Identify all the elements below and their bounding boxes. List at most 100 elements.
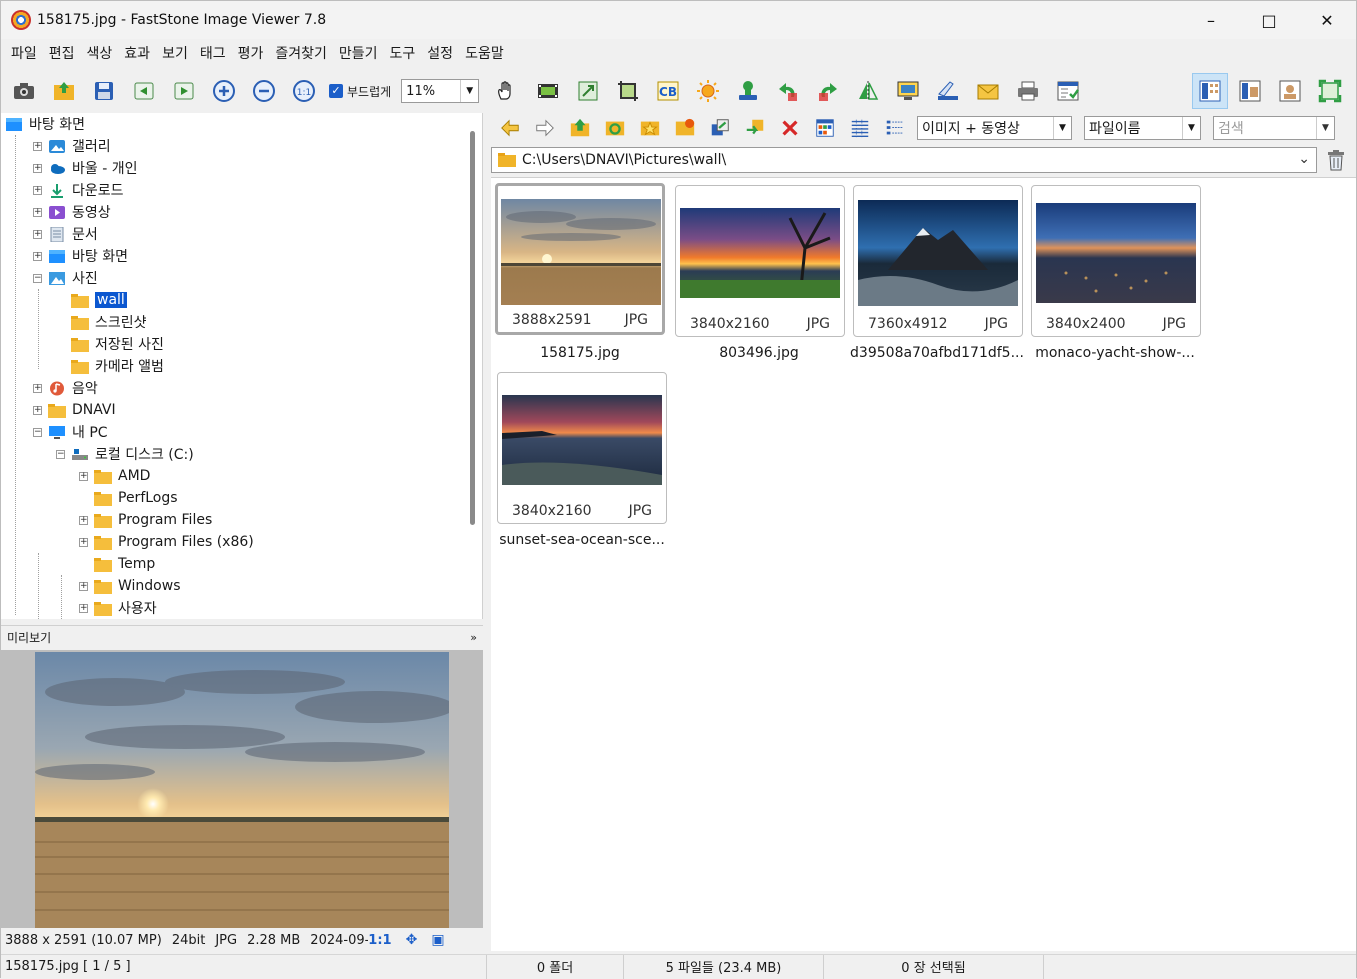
actual-size-icon[interactable]: 1:1 <box>289 76 319 106</box>
search-input[interactable]: 검색 ▼ <box>1213 116 1335 140</box>
tree-item[interactable]: 스크린샷 <box>71 311 147 333</box>
print-icon[interactable] <box>1013 76 1043 106</box>
tree-item[interactable]: 다운로드 <box>48 179 124 201</box>
move-to-icon[interactable] <box>742 115 768 141</box>
smooth-checkbox[interactable]: ✓ 부드럽게 <box>329 83 391 100</box>
expand-icon[interactable]: + <box>79 516 88 525</box>
expand-icon[interactable]: + <box>33 252 42 261</box>
tree-item[interactable]: wall <box>71 289 127 311</box>
folder-up-icon[interactable] <box>567 115 593 141</box>
tree-item[interactable]: Temp <box>94 553 155 575</box>
expand-icon[interactable]: + <box>33 384 42 393</box>
zoom-select[interactable]: 11% ▼ <box>401 79 480 103</box>
menu-tags[interactable]: 태그 <box>194 41 232 67</box>
batch-convert-icon[interactable] <box>1053 76 1083 106</box>
tree-item[interactable]: 바탕 화면 <box>48 245 128 267</box>
email-icon[interactable] <box>973 76 1003 106</box>
hand-tool-icon[interactable] <box>489 76 523 106</box>
crop-icon[interactable] <box>613 76 643 106</box>
collapse-icon[interactable]: − <box>56 450 65 459</box>
refresh-icon[interactable] <box>602 115 628 141</box>
resize-icon[interactable] <box>573 76 603 106</box>
collapse-icon[interactable]: − <box>33 428 42 437</box>
scanner-icon[interactable] <box>933 76 963 106</box>
save-icon[interactable] <box>89 76 119 106</box>
rotate-right-icon[interactable] <box>813 76 843 106</box>
expand-icon[interactable]: + <box>79 604 88 613</box>
next-icon[interactable] <box>169 76 199 106</box>
wallpaper-icon[interactable] <box>893 76 923 106</box>
collapse-icon[interactable]: » <box>470 631 477 644</box>
thumbnail-item[interactable]: 3840x2160 JPG <box>497 372 667 524</box>
menu-create[interactable]: 만들기 <box>333 41 384 67</box>
fit-icon[interactable]: ✥ <box>406 932 418 948</box>
close-button[interactable]: ✕ <box>1298 1 1356 39</box>
tree-item[interactable]: 카메라 앨범 <box>71 355 164 377</box>
zoom-out-icon[interactable] <box>249 76 279 106</box>
flip-icon[interactable] <box>853 76 883 106</box>
forward-icon[interactable] <box>532 115 558 141</box>
new-folder-icon[interactable] <box>672 115 698 141</box>
menu-favorites[interactable]: 즐겨찾기 <box>269 41 333 67</box>
tree-item[interactable]: Program Files (x86) <box>94 531 254 553</box>
tree-item[interactable]: 갤러리 <box>48 135 111 157</box>
menu-help[interactable]: 도움말 <box>459 41 510 67</box>
thumbnail-item[interactable]: 3888x2591 JPG <box>495 183 665 335</box>
copy-to-icon[interactable] <box>707 115 733 141</box>
stamp-icon[interactable] <box>733 76 763 106</box>
tree-item[interactable]: 내 PC <box>48 421 108 443</box>
menu-rating[interactable]: 평가 <box>232 41 270 67</box>
fit-window-icon[interactable]: ▣ <box>431 932 444 948</box>
ratio-label[interactable]: 1:1 <box>368 933 391 948</box>
maximize-button[interactable]: □ <box>1240 1 1298 39</box>
chevron-down-icon[interactable]: ⌄ <box>1298 151 1310 167</box>
view-list-icon[interactable] <box>847 115 873 141</box>
layout-preview-icon[interactable] <box>1272 73 1308 109</box>
camera-icon[interactable] <box>9 76 39 106</box>
zoom-in-icon[interactable] <box>209 76 239 106</box>
menu-tools[interactable]: 도구 <box>384 41 422 67</box>
expand-icon[interactable]: + <box>79 582 88 591</box>
tree-item[interactable]: Program Files <box>94 509 212 531</box>
tree-item[interactable]: 사진 <box>48 267 98 289</box>
prev-icon[interactable] <box>129 76 159 106</box>
layout-browser-icon[interactable] <box>1192 73 1228 109</box>
favorites-icon[interactable] <box>637 115 663 141</box>
filter-select[interactable]: 이미지 + 동영상 ▼ <box>917 116 1072 140</box>
menu-settings[interactable]: 설정 <box>421 41 459 67</box>
tree-item[interactable]: AMD <box>94 465 150 487</box>
tree-item[interactable]: 바탕 화면 <box>5 113 85 135</box>
tree-item[interactable]: Windows <box>94 575 181 597</box>
tree-item[interactable]: 사용자 <box>94 597 157 619</box>
view-thumbnails-icon[interactable] <box>812 115 838 141</box>
menu-edit[interactable]: 편집 <box>43 41 81 67</box>
tree-item[interactable]: PerfLogs <box>94 487 178 509</box>
slideshow-icon[interactable] <box>533 76 563 106</box>
open-folder-icon[interactable] <box>49 76 79 106</box>
expand-icon[interactable]: + <box>79 472 88 481</box>
tree-scrollbar[interactable] <box>470 131 475 525</box>
minimize-button[interactable]: – <box>1182 1 1240 39</box>
view-details-icon[interactable] <box>882 115 908 141</box>
menu-view[interactable]: 보기 <box>156 41 194 67</box>
rotate-left-icon[interactable] <box>773 76 803 106</box>
expand-icon[interactable]: + <box>33 230 42 239</box>
brightness-icon[interactable] <box>693 76 723 106</box>
menu-color[interactable]: 색상 <box>81 41 119 67</box>
layout-folders-icon[interactable] <box>1232 73 1268 109</box>
collapse-icon[interactable]: − <box>33 274 42 283</box>
menu-effects[interactable]: 효과 <box>118 41 156 67</box>
tree-item[interactable]: 바울 - 개인 <box>48 157 137 179</box>
back-icon[interactable] <box>497 115 523 141</box>
tree-item[interactable]: 동영상 <box>48 201 111 223</box>
recycle-bin-icon[interactable] <box>1323 147 1349 173</box>
delete-icon[interactable] <box>777 115 803 141</box>
expand-icon[interactable]: + <box>33 208 42 217</box>
tree-item[interactable]: DNAVI <box>48 399 116 421</box>
expand-icon[interactable]: + <box>33 142 42 151</box>
tree-item[interactable]: 문서 <box>48 223 98 245</box>
sort-select[interactable]: 파일이름 ▼ <box>1084 116 1201 140</box>
expand-icon[interactable]: + <box>33 406 42 415</box>
fullscreen-icon[interactable] <box>1312 73 1348 109</box>
tree-item[interactable]: 저장된 사진 <box>71 333 164 355</box>
